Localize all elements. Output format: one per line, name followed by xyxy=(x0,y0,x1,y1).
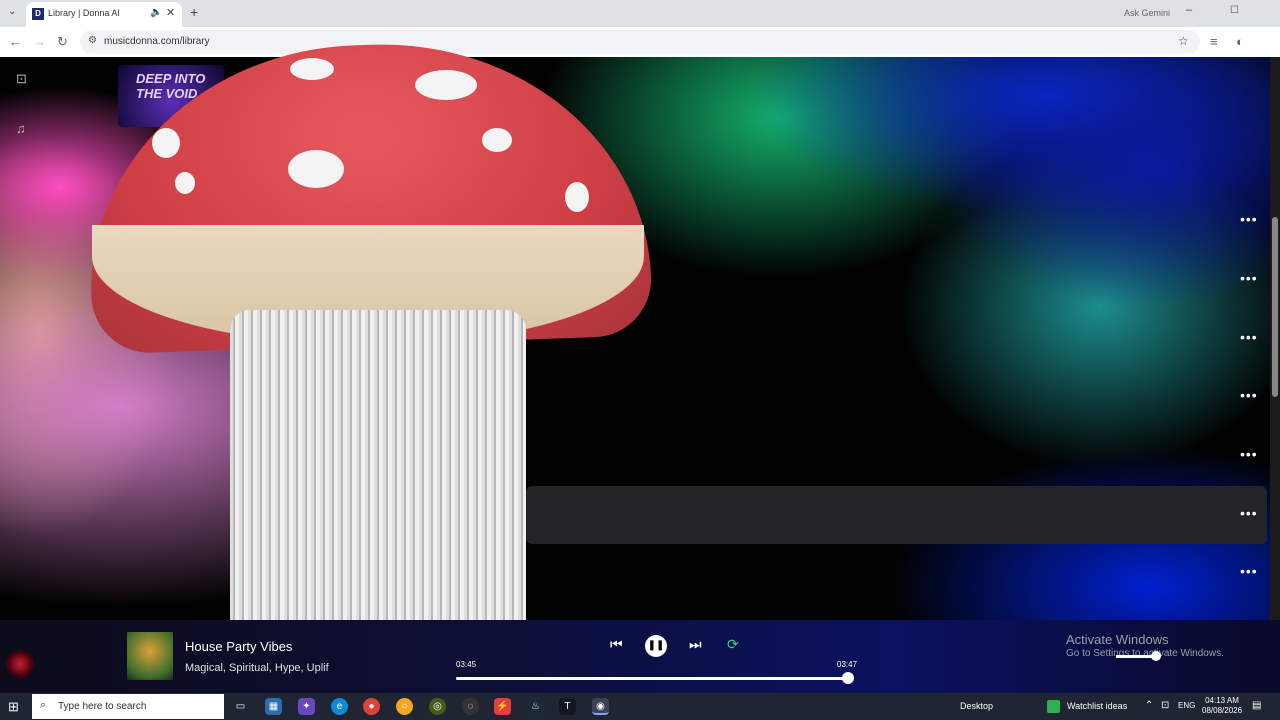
steam-icon[interactable]: ♨ xyxy=(527,698,544,715)
music-note-icon[interactable]: ♫ xyxy=(16,121,32,137)
current-time: 03:45 xyxy=(456,660,477,669)
search-placeholder: Type here to search xyxy=(58,701,147,712)
track-tags: Magical, Spiritual, Hype, Uplif xyxy=(185,662,329,674)
mushroom-spot xyxy=(288,150,344,188)
gemini-button[interactable]: Ask Gemini xyxy=(1124,8,1170,18)
notifications-icon[interactable]: ▤ xyxy=(1252,700,1261,711)
music-player-bar: House Party Vibes Magical, Spiritual, Hy… xyxy=(0,620,1280,693)
clock[interactable]: 04:13 AM 08/08/2026 xyxy=(1202,696,1242,716)
track-title[interactable]: House Party Vibes xyxy=(185,639,292,654)
url-text: musicdonna.com/library xyxy=(104,36,210,47)
tradingview-icon[interactable]: T xyxy=(559,698,576,715)
scrollbar-thumb[interactable] xyxy=(1272,217,1278,397)
row-more-options-icon[interactable]: ••• xyxy=(1240,271,1258,285)
library-row-highlighted[interactable] xyxy=(526,486,1267,544)
row-more-options-icon[interactable]: ••• xyxy=(1240,212,1258,226)
site-favicon-icon: D xyxy=(32,8,44,20)
browser-tab[interactable]: D Library | Donna AI 🔈 ✕ xyxy=(26,2,182,27)
browser-toolbar: ← → ↻ ⚙ musicdonna.com/library ☆ ≡ ◐ xyxy=(0,27,1280,57)
pause-button[interactable]: ❚❚ xyxy=(645,635,667,657)
repeat-icon[interactable]: ⟳ xyxy=(727,636,739,653)
watchlist-widget[interactable]: Watchlist ideas xyxy=(1067,701,1127,711)
row-more-options-icon[interactable]: ••• xyxy=(1240,447,1258,461)
mushroom-stem-image xyxy=(230,310,526,630)
progress-knob[interactable] xyxy=(842,672,855,684)
next-track-icon[interactable]: ⏭ xyxy=(689,636,702,653)
app-globe-icon[interactable]: ◎ xyxy=(429,698,446,715)
clock-date: 08/08/2026 xyxy=(1202,706,1243,715)
forward-icon[interactable]: → xyxy=(33,34,46,49)
language-indicator[interactable]: ENG xyxy=(1178,701,1195,710)
left-rail: ⊡ ♫ xyxy=(0,57,48,167)
back-icon[interactable]: ← xyxy=(9,34,22,49)
sidebar-toggle-icon[interactable]: ⊡ xyxy=(16,71,32,87)
reload-icon[interactable]: ↻ xyxy=(57,34,68,50)
mushroom-spot xyxy=(415,70,477,100)
progress-bar[interactable] xyxy=(456,672,855,684)
watchlist-icon xyxy=(1047,700,1060,713)
taskbar-search[interactable]: ⌕ Type here to search xyxy=(32,694,224,719)
previous-track-icon[interactable]: ⏮ xyxy=(610,636,623,653)
mushroom-spot xyxy=(152,128,180,158)
task-view-icon[interactable]: ▭ xyxy=(232,698,249,715)
site-info-icon[interactable]: ⚙ xyxy=(88,35,97,46)
search-icon: ⌕ xyxy=(40,699,47,711)
windows-taskbar: ⊞ ⌕ Type here to search ▭ ▦ ✦ e ● ○ ◎ ◌ … xyxy=(0,693,1280,720)
tray-overflow-icon[interactable]: ⌃ xyxy=(1145,700,1153,711)
maximize-icon[interactable]: ☐ xyxy=(1230,5,1239,16)
mushroom-spot xyxy=(290,58,334,80)
user-avatar[interactable] xyxy=(6,650,34,678)
row-more-options-icon[interactable]: ••• xyxy=(1240,506,1258,520)
app-red-icon[interactable]: ⚡ xyxy=(494,698,511,715)
copilot-icon[interactable]: ✦ xyxy=(298,698,315,715)
track-artwork[interactable] xyxy=(127,632,173,680)
address-bar[interactable]: ⚙ musicdonna.com/library ☆ xyxy=(80,30,1200,54)
browser-tab-bar: ⌄ D Library | Donna AI 🔈 ✕ + Ask Gemini … xyxy=(0,0,1280,27)
chrome-active-icon[interactable]: ◉ xyxy=(592,698,609,715)
edge-icon[interactable]: e xyxy=(331,698,348,715)
minimize-icon[interactable]: – xyxy=(1186,4,1192,16)
bookmark-star-icon[interactable]: ☆ xyxy=(1178,34,1189,48)
app-circle-icon[interactable]: ◌ xyxy=(462,698,479,715)
progress-fill xyxy=(456,677,849,680)
mushroom-spot xyxy=(175,172,195,194)
network-icon[interactable]: ⊡ xyxy=(1161,700,1169,711)
tab-list-icon[interactable]: ⌄ xyxy=(8,6,16,17)
profile-icon[interactable]: ◐ xyxy=(1236,34,1244,49)
new-tab-icon[interactable]: + xyxy=(190,4,198,20)
desktop-toolbar-label[interactable]: Desktop xyxy=(960,701,993,711)
reading-list-icon[interactable]: ≡ xyxy=(1210,34,1218,49)
row-more-options-icon[interactable]: ••• xyxy=(1240,330,1258,344)
speaker-icon[interactable]: 🔈 xyxy=(150,7,162,18)
row-more-options-icon[interactable]: ••• xyxy=(1240,388,1258,402)
row-more-options-icon[interactable]: ••• xyxy=(1240,564,1258,578)
mushroom-spot xyxy=(565,182,589,212)
app-orange-icon[interactable]: ○ xyxy=(396,698,413,715)
clock-time: 04:13 AM xyxy=(1205,696,1239,705)
page-scrollbar[interactable] xyxy=(1270,57,1280,620)
tab-title: Library | Donna AI xyxy=(48,8,120,18)
close-tab-icon[interactable]: ✕ xyxy=(166,6,175,19)
mushroom-spot xyxy=(482,128,512,152)
track-duration: 03:47 xyxy=(837,660,858,669)
volume-knob[interactable] xyxy=(1151,651,1161,661)
windows-start-icon[interactable]: ⊞ xyxy=(8,699,19,715)
activate-windows-title: Activate Windows xyxy=(1066,632,1169,647)
calculator-icon[interactable]: ▦ xyxy=(265,698,282,715)
chrome-icon[interactable]: ● xyxy=(363,698,380,715)
